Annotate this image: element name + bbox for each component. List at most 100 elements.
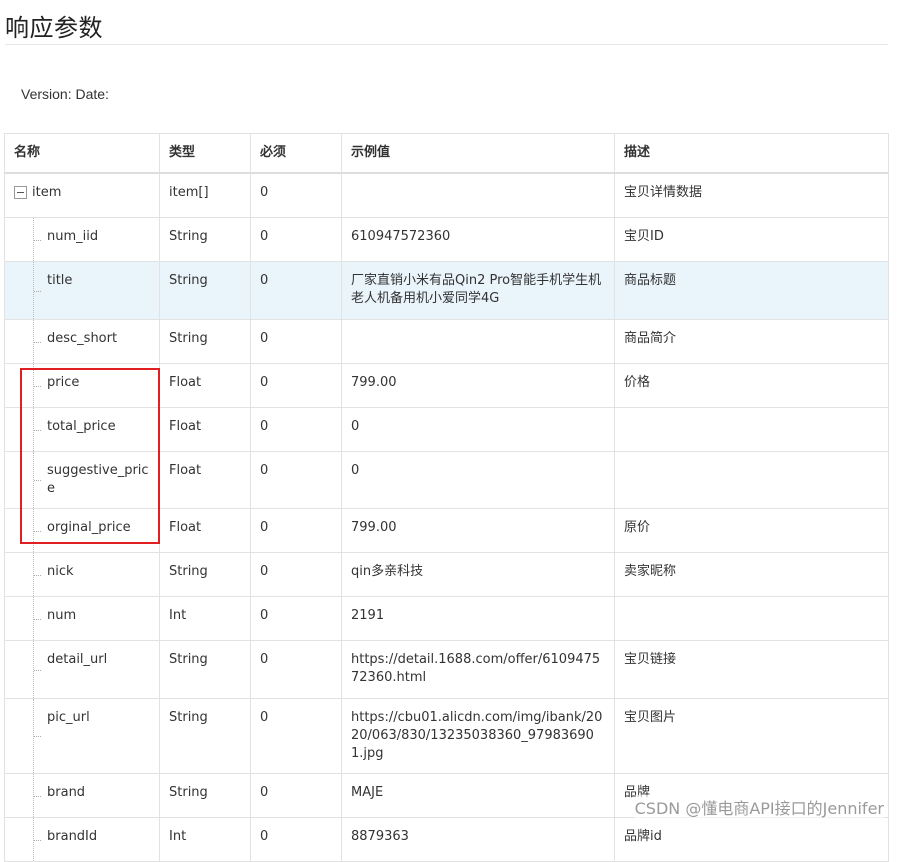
table-row: detail_url String 0 https://detail.1688.… xyxy=(4,640,889,699)
description-cell: 品牌id xyxy=(614,817,889,862)
table-row: desc_short String 0 商品简介 xyxy=(4,319,889,364)
param-name: num_iid xyxy=(47,229,99,244)
version-text: Version: Date: xyxy=(21,86,109,102)
type-cell: Float xyxy=(159,363,251,408)
response-params-table: 名称 类型 必须 示例值 描述 item item[] 0 宝贝详情数据 num… xyxy=(4,133,889,862)
tree-branch xyxy=(34,795,41,798)
type-cell: String xyxy=(159,698,251,774)
required-cell: 0 xyxy=(250,552,342,597)
required-cell: 0 xyxy=(250,319,342,364)
type-cell: Int xyxy=(159,817,251,862)
header-type: 类型 xyxy=(159,133,251,174)
param-name: pic_url xyxy=(47,710,90,725)
param-name: detail_url xyxy=(47,652,108,667)
type-cell: String xyxy=(159,773,251,818)
example-cell: 610947572360 xyxy=(341,217,615,262)
header-required: 必须 xyxy=(250,133,342,174)
example-cell: https://detail.1688.com/offer/6109475723… xyxy=(341,640,615,699)
header-name: 名称 xyxy=(4,133,160,174)
table-row: num_iid String 0 610947572360 宝贝ID xyxy=(4,217,889,262)
param-name: item xyxy=(32,185,62,200)
tree-branch xyxy=(34,530,41,533)
name-cell: brandId xyxy=(4,817,160,862)
example-cell: 0 xyxy=(341,407,615,452)
name-cell[interactable]: item xyxy=(4,172,160,218)
type-cell: Float xyxy=(159,407,251,452)
param-name: brandId xyxy=(47,829,98,844)
type-cell: item[] xyxy=(159,172,251,218)
example-cell: qin多亲科技 xyxy=(341,552,615,597)
table-row: brandId Int 0 8879363 品牌id xyxy=(4,817,889,862)
example-cell: 厂家直销小米有品Qin2 Pro智能手机学生机老人机备用机小爱同学4G xyxy=(341,261,615,320)
description-cell: 原价 xyxy=(614,508,889,553)
required-cell: 0 xyxy=(250,363,342,408)
example-cell: MAJE xyxy=(341,773,615,818)
description-cell: 宝贝ID xyxy=(614,217,889,262)
param-name: total_price xyxy=(47,419,116,434)
param-name: title xyxy=(47,273,73,288)
tree-branch xyxy=(34,574,41,577)
type-cell: String xyxy=(159,217,251,262)
required-cell: 0 xyxy=(250,698,342,774)
description-cell: 宝贝详情数据 xyxy=(614,172,889,218)
type-cell: Float xyxy=(159,508,251,553)
type-cell: String xyxy=(159,640,251,699)
description-cell: 宝贝图片 xyxy=(614,698,889,774)
param-name: num xyxy=(47,608,77,623)
name-cell: orginal_price xyxy=(4,508,160,553)
name-cell: suggestive_price xyxy=(4,451,160,509)
name-cell: total_price xyxy=(4,407,160,452)
type-cell: Float xyxy=(159,451,251,509)
required-cell: 0 xyxy=(250,261,342,320)
tree-branch xyxy=(34,736,41,738)
required-cell: 0 xyxy=(250,817,342,862)
table-row: pic_url String 0 https://cbu01.alicdn.co… xyxy=(4,698,889,774)
example-cell xyxy=(341,172,615,218)
example-cell: 799.00 xyxy=(341,363,615,408)
param-name: nick xyxy=(47,564,74,579)
tree-branch xyxy=(34,669,41,672)
watermark: CSDN @懂电商API接口的Jennifer xyxy=(634,795,884,819)
tree-branch xyxy=(34,480,41,482)
collapse-icon[interactable] xyxy=(14,186,27,199)
description-cell: 商品标题 xyxy=(614,261,889,320)
tree-branch xyxy=(34,341,41,344)
param-name: orginal_price xyxy=(47,520,131,535)
description-cell xyxy=(614,407,889,452)
param-name: desc_short xyxy=(47,331,118,346)
table-header-row: 名称 类型 必须 示例值 描述 xyxy=(4,133,889,174)
table-row: nick String 0 qin多亲科技 卖家昵称 xyxy=(4,552,889,597)
example-cell xyxy=(341,319,615,364)
param-name: suggestive_price xyxy=(47,463,149,496)
example-cell: https://cbu01.alicdn.com/img/ibank/2020/… xyxy=(341,698,615,774)
name-cell: brand xyxy=(4,773,160,818)
example-cell: 2191 xyxy=(341,596,615,641)
param-name: brand xyxy=(47,785,86,800)
name-cell: nick xyxy=(4,552,160,597)
title-divider xyxy=(5,44,888,45)
type-cell: String xyxy=(159,261,251,320)
table-row: title String 0 厂家直销小米有品Qin2 Pro智能手机学生机老人… xyxy=(4,261,889,320)
tree-branch xyxy=(34,618,41,621)
page-title: 响应参数 xyxy=(5,14,103,42)
tree-branch xyxy=(34,239,41,242)
table-row: price Float 0 799.00 价格 xyxy=(4,363,889,408)
type-cell: String xyxy=(159,552,251,597)
required-cell: 0 xyxy=(250,407,342,452)
name-cell: pic_url xyxy=(4,698,160,774)
tree-branch xyxy=(34,385,41,388)
name-cell: title xyxy=(4,261,160,320)
description-cell: 商品简介 xyxy=(614,319,889,364)
description-cell xyxy=(614,596,889,641)
header-description: 描述 xyxy=(614,133,889,174)
tree-branch xyxy=(34,290,41,293)
required-cell: 0 xyxy=(250,172,342,218)
tree-branch xyxy=(34,839,41,842)
name-cell: price xyxy=(4,363,160,408)
required-cell: 0 xyxy=(250,596,342,641)
name-cell: num xyxy=(4,596,160,641)
example-cell: 799.00 xyxy=(341,508,615,553)
required-cell: 0 xyxy=(250,508,342,553)
type-cell: String xyxy=(159,319,251,364)
example-cell: 0 xyxy=(341,451,615,509)
